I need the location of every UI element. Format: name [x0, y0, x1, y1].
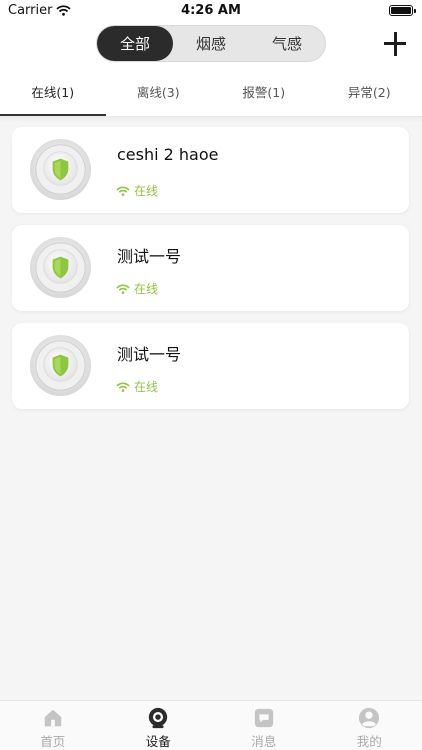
device-card[interactable]: 测试一号 在线: [12, 323, 409, 409]
device-type-segment: 全部 烟感 气感: [96, 25, 326, 62]
device-name: 测试一号: [117, 247, 182, 266]
status-tabs: 在线(1) 离线(3) 报警(1) 异常(2): [0, 72, 422, 116]
message-icon: [254, 708, 273, 728]
tabbar-home-label: 首页: [40, 734, 66, 749]
tab-alarm[interactable]: 报警(1): [211, 72, 317, 116]
tabbar-profile-label: 我的: [356, 734, 382, 749]
smoke-detector-icon: [29, 236, 92, 299]
wifi-icon: [116, 283, 130, 294]
device-status-label: 在线: [134, 184, 159, 198]
header-shadow: [0, 116, 422, 122]
device-name: 测试一号: [117, 345, 182, 364]
clock: 4:26 AM: [181, 3, 241, 18]
wifi-icon: [116, 185, 130, 196]
home-icon: [44, 709, 61, 727]
tabbar-message[interactable]: 消息: [211, 701, 317, 750]
device-card[interactable]: 测试一号 在线: [12, 225, 409, 311]
battery-icon: [389, 5, 416, 16]
tabbar-device-label: 设备: [145, 734, 171, 749]
device-status-label: 在线: [134, 282, 159, 296]
wifi-icon: [116, 381, 130, 392]
device-icon: [149, 707, 168, 729]
smoke-detector-icon: [29, 334, 92, 397]
device-card[interactable]: ceshi 2 haoe 在线: [12, 127, 409, 213]
device-name: ceshi 2 haoe: [117, 145, 219, 164]
bottom-tab-bar: 首页 设备 消息 我的: [0, 700, 422, 750]
device-status: 在线: [116, 280, 158, 297]
profile-icon: [359, 707, 380, 729]
smoke-detector-icon: [29, 138, 92, 201]
tab-online[interactable]: 在线(1): [0, 72, 106, 116]
tabbar-message-label: 消息: [251, 734, 277, 749]
tabbar-home[interactable]: 首页: [0, 701, 106, 750]
device-status: 在线: [116, 182, 158, 199]
header: Carrier 4:26 AM 全部 烟感 气感 在线(1) 离线(3) 报警(…: [0, 0, 422, 118]
tab-offline[interactable]: 离线(3): [106, 72, 212, 116]
add-device-button[interactable]: [380, 30, 410, 58]
segment-smoke[interactable]: 烟感: [173, 26, 249, 61]
device-status-label: 在线: [134, 380, 159, 394]
tabbar-device[interactable]: 设备: [106, 701, 212, 750]
device-list: ceshi 2 haoe 在线 测试一号 在线 测试一号 在线: [12, 127, 409, 421]
tab-abnormal[interactable]: 异常(2): [317, 72, 422, 116]
segment-all[interactable]: 全部: [97, 26, 173, 61]
segment-gas[interactable]: 气感: [249, 26, 325, 61]
status-bar: Carrier 4:26 AM: [0, 0, 422, 22]
device-status: 在线: [116, 378, 158, 395]
tabbar-profile[interactable]: 我的: [317, 701, 422, 750]
